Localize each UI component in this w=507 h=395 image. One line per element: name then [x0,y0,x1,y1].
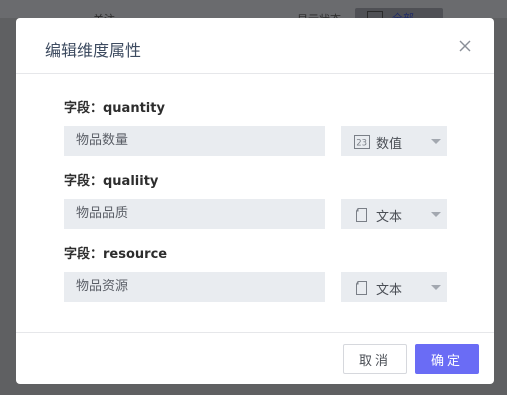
field-type-select-quality[interactable]: 文本 [341,199,447,229]
field-name-input-quality[interactable]: 物品品质 [64,199,325,229]
confirm-button[interactable]: 确定 [415,344,479,374]
field-type-select-resource[interactable]: 文本 [341,272,447,302]
field-type-select-quantity[interactable]: 23 数值 [341,126,447,156]
field-type-label: 文本 [376,283,403,298]
dialog-footer: 取消 确定 [16,332,494,385]
edit-dimension-dialog: 编辑维度属性 字段：quantity 物品数量 23 数值 字段：qualiit… [16,18,494,384]
close-icon[interactable] [456,37,474,55]
chevron-down-icon [431,139,441,144]
field-name-input-quantity[interactable]: 物品数量 [64,126,325,156]
field-label-quality: 字段：qualiity [64,174,159,189]
cancel-button[interactable]: 取消 [343,344,407,374]
text-file-icon [354,207,370,222]
chevron-down-icon [431,285,441,290]
svg-text:23: 23 [356,139,367,149]
text-file-icon [354,280,370,295]
field-type-label: 文本 [376,210,403,225]
field-label-quantity: 字段：quantity [64,101,165,116]
chevron-down-icon [431,212,441,217]
dialog-header: 编辑维度属性 [16,18,494,74]
field-name-input-resource[interactable]: 物品资源 [64,272,325,302]
dialog-title: 编辑维度属性 [45,41,142,60]
field-type-label: 数值 [376,137,403,152]
field-label-resource: 字段：resource [64,247,168,262]
number-icon: 23 [354,134,370,149]
